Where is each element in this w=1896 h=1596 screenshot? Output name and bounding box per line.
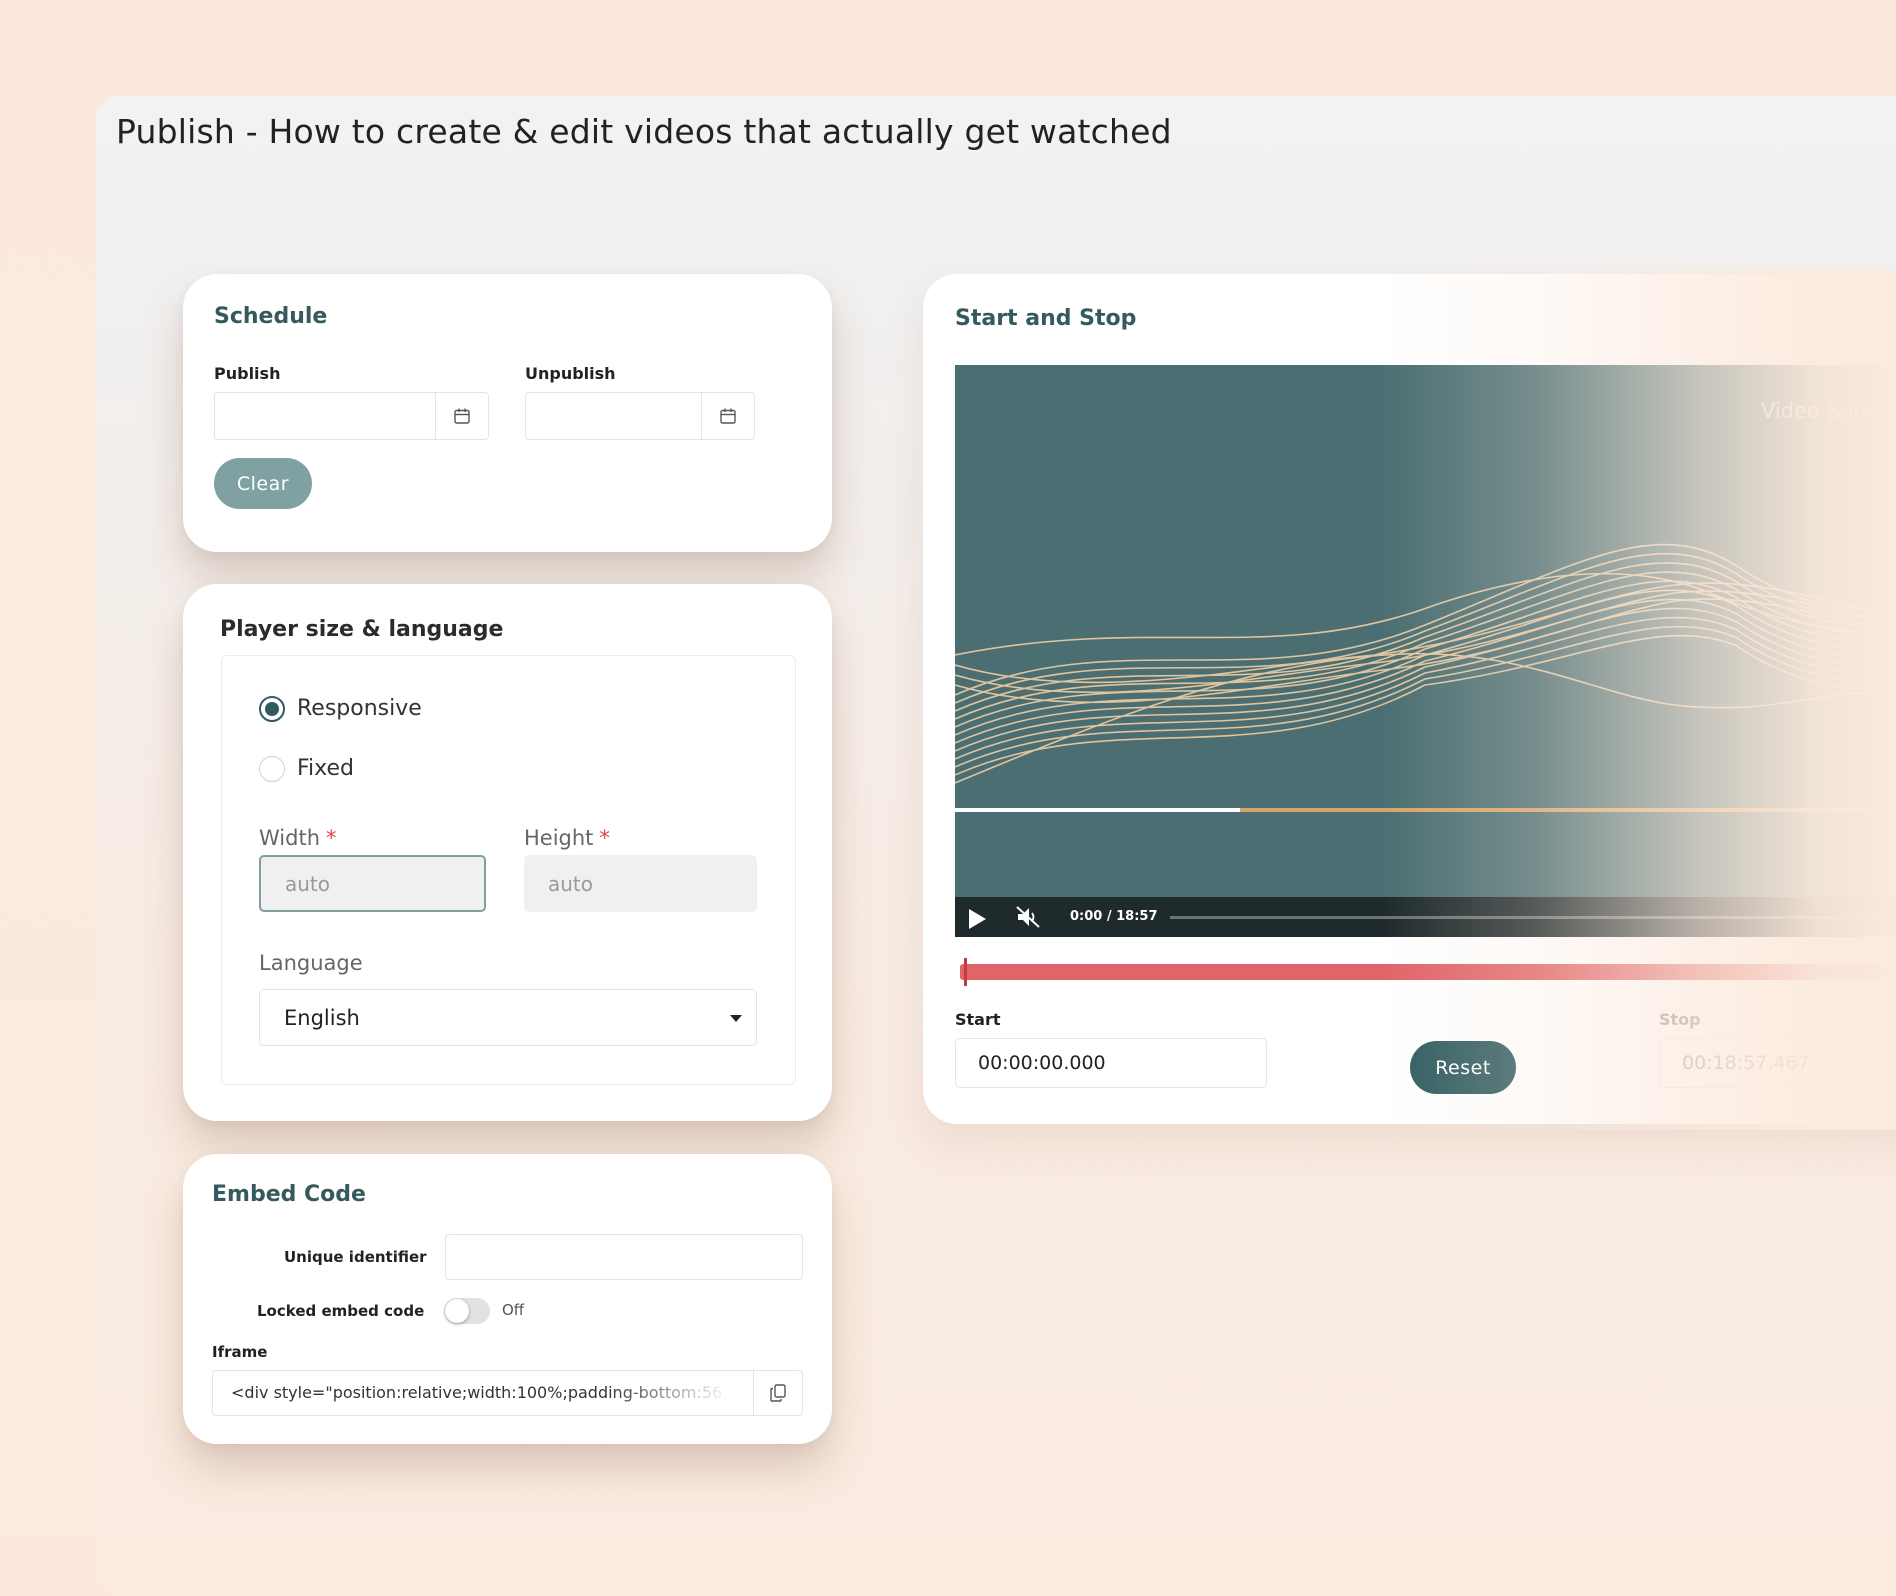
locked-embed-state: Off (502, 1301, 525, 1319)
video-controls-bar: 0:00 / 18:57 (955, 897, 1896, 937)
caret-down-icon (730, 1015, 742, 1022)
video-progress-track[interactable] (955, 808, 1896, 812)
responsive-label[interactable]: Responsive (297, 696, 422, 721)
player-size-title: Player size & language (220, 617, 504, 642)
responsive-radio[interactable] (259, 696, 285, 722)
unique-identifier-label: Unique identifier (284, 1248, 427, 1266)
required-mark: * (599, 826, 610, 850)
iframe-code-field[interactable]: <div style="position:relative;width:100%… (212, 1370, 803, 1416)
iframe-label: Iframe (212, 1343, 268, 1361)
video-player[interactable]: Video Sum 0:00 / 18:57 (955, 365, 1896, 937)
stop-label: Stop (1659, 1010, 1701, 1029)
unique-identifier-input[interactable] (445, 1234, 803, 1280)
unpublish-date-input[interactable] (525, 392, 755, 440)
page-title: Publish - How to create & edit videos th… (116, 112, 1172, 151)
unpublish-label: Unpublish (525, 364, 616, 383)
play-icon[interactable] (969, 909, 986, 929)
trim-range-bar[interactable] (960, 958, 1896, 986)
embed-code-title: Embed Code (212, 1182, 366, 1207)
locked-embed-label: Locked embed code (257, 1302, 425, 1320)
locked-embed-toggle[interactable] (444, 1298, 490, 1324)
video-watermark: Video Sum (1761, 399, 1874, 423)
language-value: English (284, 1005, 360, 1030)
width-label: Width * (259, 826, 337, 850)
iframe-code-text: <div style="position:relative;width:100%… (231, 1383, 731, 1402)
start-time-input[interactable]: 00:00:00.000 (955, 1038, 1267, 1088)
trim-start-handle[interactable] (964, 958, 967, 986)
mute-icon[interactable] (1015, 905, 1041, 929)
calendar-icon[interactable] (435, 393, 488, 439)
fixed-label[interactable]: Fixed (297, 756, 354, 781)
fixed-radio[interactable] (259, 756, 285, 782)
publish-label: Publish (214, 364, 281, 383)
start-stop-title: Start and Stop (955, 306, 1137, 331)
video-seek-bar[interactable] (1170, 916, 1880, 919)
schedule-title: Schedule (214, 304, 328, 329)
video-time-display: 0:00 / 18:57 (1070, 909, 1158, 924)
clear-button[interactable]: Clear (214, 458, 312, 509)
language-select[interactable]: English (259, 989, 757, 1046)
video-progress-played (955, 808, 1240, 812)
publish-date-input[interactable] (214, 392, 489, 440)
wave-graphic (955, 543, 1896, 784)
height-label: Height * (524, 826, 610, 850)
width-input[interactable]: auto (259, 855, 486, 912)
height-input[interactable]: auto (524, 855, 757, 912)
language-label: Language (259, 951, 363, 975)
required-mark: * (326, 826, 337, 850)
start-label: Start (955, 1010, 1001, 1029)
stop-time-input[interactable]: 00:18:57.467 (1659, 1038, 1896, 1088)
calendar-icon[interactable] (701, 393, 754, 439)
copy-icon[interactable] (753, 1371, 802, 1415)
reset-button[interactable]: Reset (1410, 1041, 1516, 1094)
